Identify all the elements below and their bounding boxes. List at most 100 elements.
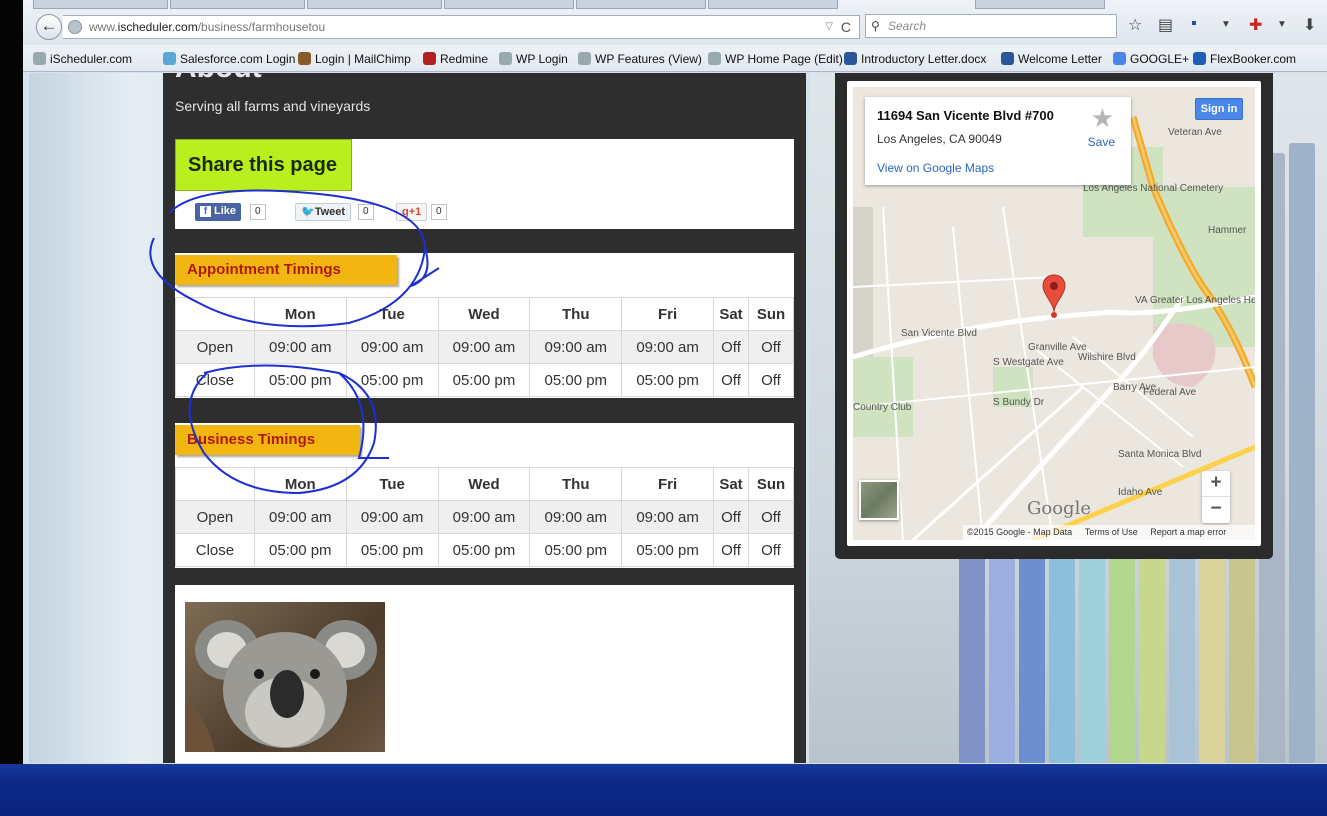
map-label: Veteran Ave	[1168, 127, 1222, 138]
bookmark-label: Introductory Letter.docx	[861, 52, 987, 66]
address-bar[interactable]: www.ischeduler.com/business/farmhousetou…	[63, 15, 860, 39]
bookmark-item[interactable]: WP Login	[499, 52, 568, 66]
bookmark-item[interactable]: WP Home Page (Edit)	[708, 52, 843, 66]
bookmark-item[interactable]: Introductory Letter.docx	[844, 52, 986, 66]
facebook-icon: f	[200, 206, 211, 217]
sign-in-button[interactable]: Sign in	[1195, 98, 1243, 120]
url-history-dropdown-icon[interactable]: ▽	[825, 16, 833, 38]
bookmarks-toolbar: iScheduler.com Salesforce.com Login ... Lo…	[23, 45, 1327, 72]
bookmark-label: Welcome Letter	[1018, 52, 1102, 66]
time-cell: Off	[713, 330, 749, 364]
bookmark-item[interactable]: iScheduler.com	[33, 52, 132, 66]
bookmark-label: WP Login	[516, 52, 568, 66]
time-cell: Off	[713, 363, 749, 397]
koala-photo	[185, 602, 385, 752]
bookmark-item[interactable]: FlexBooker.com	[1193, 52, 1296, 66]
star-icon[interactable]: ★	[1091, 103, 1114, 134]
tweet-button[interactable]: 🐦Tweet	[295, 203, 352, 221]
tab[interactable]	[576, 0, 706, 9]
map-label: San Vicente Blvd	[901, 328, 977, 339]
time-cell: Off	[713, 500, 749, 534]
terms-of-use-link[interactable]: Terms of Use	[1085, 527, 1138, 537]
reload-icon[interactable]: C	[841, 16, 851, 38]
view-on-google-maps-link[interactable]: View on Google Maps	[877, 161, 994, 175]
bookmark-item[interactable]: Salesforce.com Login ...	[163, 52, 309, 66]
download-icon[interactable]: ⬇	[1303, 15, 1316, 35]
addon-dropdown-icon[interactable]: ▼	[1277, 19, 1287, 30]
bookmark-item[interactable]: GOOGLE+	[1113, 52, 1189, 66]
globe-icon	[578, 52, 591, 65]
tab[interactable]	[975, 0, 1105, 9]
time-cell: Off	[713, 533, 749, 567]
save-page-icon[interactable]: ▪	[1191, 15, 1197, 33]
address-line-2: Los Angeles, CA 90049	[877, 132, 1002, 146]
google-plus-button[interactable]: g+1	[396, 203, 428, 221]
photo-panel	[175, 585, 794, 763]
main-content: About Serving all farms and vineyards Sh…	[163, 73, 806, 763]
navigation-toolbar: ← www.ischeduler.com/business/farmhouset…	[23, 0, 1327, 45]
place-info-card: 11694 San Vicente Blvd #700 Los Angeles,…	[865, 97, 1131, 185]
save-place-button[interactable]: Save	[1088, 135, 1115, 149]
bookmark-item[interactable]: Redmine	[423, 52, 488, 66]
page-tagline: Serving all farms and vineyards	[175, 98, 371, 114]
table-corner	[175, 467, 255, 501]
tab[interactable]	[33, 0, 168, 9]
like-label: Like	[214, 205, 237, 217]
bookmark-item[interactable]: Login | MailChimp	[298, 52, 411, 66]
fb-icon	[1193, 52, 1206, 65]
bookmark-star-icon[interactable]: ☆	[1128, 15, 1142, 35]
time-cell: 09:00 am	[253, 500, 347, 534]
tab[interactable]	[444, 0, 574, 9]
zoom-in-button[interactable]: +	[1202, 471, 1230, 497]
bookmark-item[interactable]: Welcome Letter	[1001, 52, 1102, 66]
time-cell: 09:00 am	[345, 500, 439, 534]
day-header: Sat	[713, 467, 749, 501]
time-cell: 09:00 am	[621, 500, 715, 534]
zoom-control: + −	[1202, 471, 1230, 523]
google-map[interactable]: Los Angeles National Cemetery Hammer VA …	[853, 87, 1255, 540]
tab[interactable]	[170, 0, 305, 9]
back-button[interactable]: ←	[36, 14, 62, 40]
facebook-like-button[interactable]: f Like	[195, 203, 242, 221]
map-label: Idaho Ave	[1118, 487, 1163, 498]
url-path: /business/farmhousetou	[197, 20, 326, 34]
search-input[interactable]: ⚲ Search	[865, 14, 1117, 38]
word-icon	[1001, 52, 1014, 65]
bookmark-label: iScheduler.com	[50, 52, 133, 66]
appointment-timings-table: Mon Tue Wed Thu Fri Sat Sun Open 09:00 a…	[175, 297, 795, 397]
day-header: Fri	[621, 467, 715, 501]
gplus-count: 0	[431, 204, 447, 220]
google-plus-icon: g	[402, 206, 409, 218]
share-title: Share this page	[175, 139, 352, 191]
map-attribution: ©2015 Google - Map Data Terms of Use Rep…	[963, 525, 1255, 540]
business-timings-title: Business Timings	[175, 425, 360, 455]
day-header: Sat	[713, 297, 749, 331]
time-cell: 05:00 pm	[437, 363, 531, 397]
location-marker-icon[interactable]	[1042, 274, 1066, 325]
map-label: Santa Monica Blvd	[1118, 449, 1202, 460]
time-cell: 05:00 pm	[529, 533, 623, 567]
table-row-close: Close 05:00 pm 05:00 pm 05:00 pm 05:00 p…	[175, 363, 795, 397]
google-icon	[1113, 52, 1126, 65]
twitter-icon: 🐦	[301, 206, 315, 218]
bookmark-item[interactable]: WP Features (View)	[578, 52, 702, 66]
tab[interactable]	[307, 0, 442, 9]
report-map-error-link[interactable]: Report a map error	[1150, 527, 1226, 537]
bookmark-label: Login | MailChimp	[315, 52, 411, 66]
day-header: Tue	[345, 297, 439, 331]
url-prefix: www.	[89, 20, 118, 34]
reading-list-icon[interactable]: ▤	[1158, 15, 1173, 35]
addon-icon[interactable]: ✚	[1249, 15, 1262, 35]
tab[interactable]	[708, 0, 838, 9]
time-cell: Off	[747, 533, 795, 567]
chimp-icon	[298, 52, 311, 65]
site-identity-icon[interactable]	[68, 20, 82, 34]
redmine-icon	[423, 52, 436, 65]
zoom-out-button[interactable]: −	[1202, 497, 1230, 523]
globe-icon	[499, 52, 512, 65]
day-header: Sun	[747, 467, 795, 501]
save-dropdown-icon[interactable]: ▼	[1221, 19, 1231, 30]
bookmark-label: FlexBooker.com	[1210, 52, 1297, 66]
like-count: 0	[250, 204, 266, 220]
satellite-view-toggle[interactable]	[859, 480, 899, 520]
